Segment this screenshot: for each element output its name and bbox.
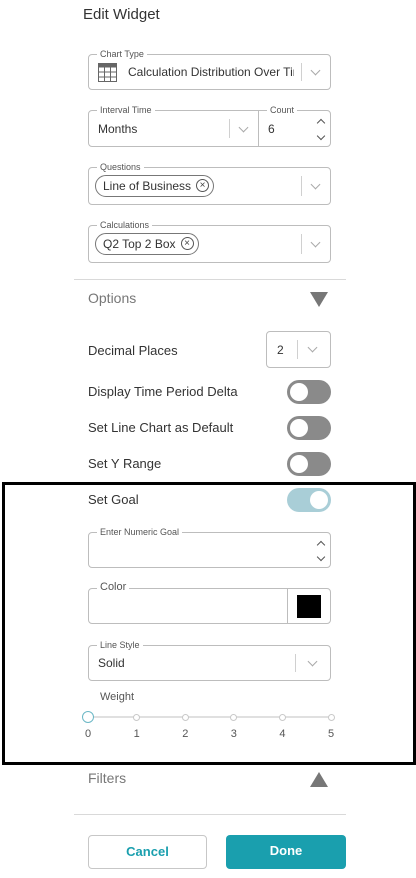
divider	[297, 340, 298, 359]
chevron-down-icon[interactable]	[310, 179, 321, 190]
slider-track	[88, 716, 331, 718]
slider-handle[interactable]	[82, 711, 94, 723]
done-button[interactable]: Done	[226, 835, 346, 869]
cancel-button[interactable]: Cancel	[88, 835, 207, 869]
chevron-down-icon[interactable]	[307, 656, 318, 667]
color-input[interactable]: Color	[88, 581, 288, 624]
slider-tick-label: 0	[85, 728, 92, 740]
interval-time-select[interactable]: Interval Time Months	[88, 104, 259, 147]
slider-tick[interactable]	[278, 713, 286, 721]
calculations-label: Calculations	[97, 219, 153, 231]
line-style-value: Solid	[98, 656, 125, 670]
slider-tick-label: 1	[133, 728, 140, 740]
chevron-down-icon[interactable]	[307, 342, 318, 353]
toggle-knob	[290, 455, 308, 473]
color-swatch-button[interactable]	[287, 588, 331, 624]
numeric-goal-input[interactable]: Enter Numeric Goal	[88, 526, 331, 568]
line-default-toggle[interactable]	[287, 416, 331, 440]
interval-time-label: Interval Time	[97, 104, 155, 116]
divider	[74, 279, 346, 280]
questions-select[interactable]: Questions Line of Business ×	[88, 161, 331, 205]
chart-type-label: Chart Type	[97, 48, 147, 60]
interval-time-value: Months	[98, 122, 138, 136]
calculations-select[interactable]: Calculations Q2 Top 2 Box ×	[88, 219, 331, 263]
chevron-down-icon[interactable]	[238, 122, 249, 133]
calculation-chip-label: Q2 Top 2 Box	[103, 237, 176, 251]
y-range-label: Set Y Range	[88, 456, 162, 471]
question-chip-label: Line of Business	[103, 179, 192, 193]
line-default-label: Set Line Chart as Default	[88, 420, 234, 435]
weight-label: Weight	[100, 691, 135, 703]
spin-down-icon[interactable]	[316, 552, 326, 562]
divider	[301, 63, 302, 81]
spin-up-icon[interactable]	[316, 118, 326, 128]
table-grid-icon	[98, 63, 117, 82]
decimal-places-label: Decimal Places	[88, 343, 178, 358]
divider	[229, 119, 230, 138]
slider-tick-label: 5	[328, 728, 335, 740]
color-label: Color	[97, 581, 130, 593]
display-delta-label: Display Time Period Delta	[88, 384, 238, 399]
spin-down-icon[interactable]	[316, 131, 326, 141]
count-label: Count	[267, 104, 298, 116]
options-header[interactable]: Options	[88, 290, 136, 306]
set-goal-toggle[interactable]	[287, 488, 331, 512]
expand-triangle-icon[interactable]	[310, 772, 328, 787]
spin-up-icon[interactable]	[316, 540, 326, 550]
slider-tick[interactable]	[133, 713, 141, 721]
chart-type-select[interactable]: Chart Type Calculation Distribution Over…	[88, 48, 331, 90]
page-title: Edit Widget	[83, 6, 160, 23]
toggle-knob	[310, 491, 328, 509]
remove-chip-icon[interactable]: ×	[196, 179, 210, 192]
divider	[295, 654, 296, 672]
slider-tick[interactable]	[230, 713, 238, 721]
collapse-triangle-icon[interactable]	[310, 292, 328, 307]
slider-tick-label: 2	[182, 728, 189, 740]
calculation-chip: Q2 Top 2 Box ×	[95, 233, 199, 255]
line-style-label: Line Style	[97, 639, 143, 651]
toggle-knob	[290, 419, 308, 437]
y-range-toggle[interactable]	[287, 452, 331, 476]
count-value: 6	[268, 122, 275, 136]
toggle-knob	[290, 383, 308, 401]
chart-type-value: Calculation Distribution Over Tir	[128, 65, 294, 79]
decimal-places-value: 2	[277, 343, 284, 357]
slider-tick-label: 3	[230, 728, 237, 740]
slider-tick[interactable]	[327, 713, 335, 721]
divider	[301, 234, 302, 254]
slider-tick-label: 4	[279, 728, 286, 740]
divider	[74, 814, 346, 815]
weight-slider[interactable]: 0 1 2 3 4 5	[82, 710, 335, 750]
slider-tick[interactable]	[181, 713, 189, 721]
set-goal-label: Set Goal	[88, 492, 139, 507]
display-delta-toggle[interactable]	[287, 380, 331, 404]
numeric-goal-label: Enter Numeric Goal	[97, 526, 183, 538]
count-stepper[interactable]: Count 6	[258, 104, 331, 147]
line-style-select[interactable]: Line Style Solid	[88, 639, 331, 681]
divider	[301, 176, 302, 196]
decimal-places-select[interactable]: 2	[266, 331, 331, 368]
color-swatch	[297, 595, 321, 618]
question-chip: Line of Business ×	[95, 175, 215, 197]
chevron-down-icon[interactable]	[310, 65, 321, 76]
filters-header[interactable]: Filters	[88, 770, 126, 786]
questions-label: Questions	[97, 161, 144, 173]
chevron-down-icon[interactable]	[310, 237, 321, 248]
remove-chip-icon[interactable]: ×	[180, 237, 194, 250]
